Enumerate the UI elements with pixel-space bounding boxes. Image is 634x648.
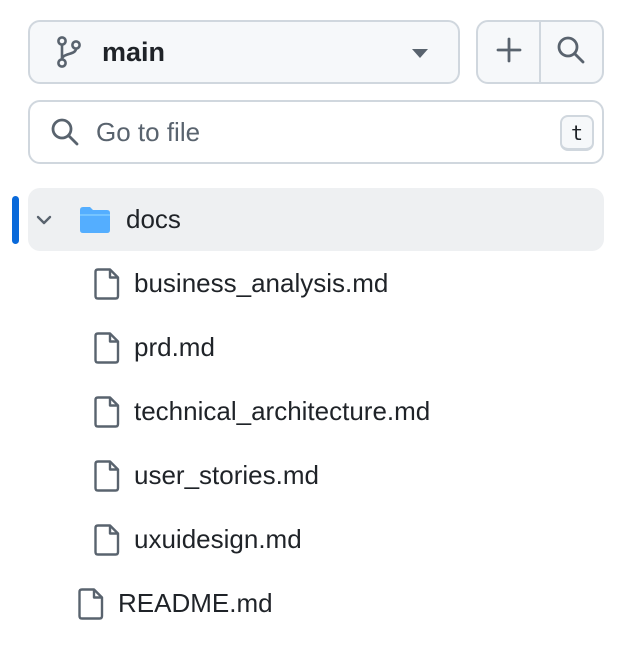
search-code-button[interactable] [541, 22, 602, 82]
tree-item-file[interactable]: technical_architecture.md [94, 380, 430, 443]
go-to-file-input[interactable] [96, 116, 536, 148]
file-icon [94, 267, 120, 300]
tree-item-readme[interactable]: README.md [78, 572, 273, 635]
file-name: uxuidesign.md [134, 524, 302, 554]
search-icon [556, 35, 586, 70]
triangle-down-icon [412, 49, 428, 58]
keyboard-shortcut-hint: t [560, 115, 594, 151]
git-branch-icon [56, 36, 84, 68]
chevron-down-icon[interactable] [34, 210, 54, 230]
plus-icon [496, 37, 522, 68]
folder-name: docs [126, 204, 181, 234]
tree-item-file[interactable]: uxuidesign.md [94, 508, 302, 571]
file-icon [94, 459, 120, 492]
search-icon [50, 117, 80, 147]
file-name: README.md [118, 588, 273, 618]
file-name: business_analysis.md [134, 268, 389, 298]
go-to-file-search[interactable]: t [28, 100, 604, 164]
tree-item-file[interactable]: business_analysis.md [94, 252, 388, 315]
tree-item-file[interactable]: user_stories.md [94, 444, 319, 507]
file-name: technical_architecture.md [134, 396, 431, 426]
file-name: user_stories.md [134, 460, 319, 490]
folder-open-icon [78, 205, 112, 235]
file-tree-panel: main Go to file t docs business_analysis… [0, 0, 634, 648]
file-icon [94, 331, 120, 364]
file-icon [94, 395, 120, 428]
active-indicator [12, 196, 19, 244]
branch-name: main [102, 36, 166, 67]
add-file-button[interactable] [478, 22, 539, 82]
tree-actions-group [476, 20, 604, 84]
file-name: prd.md [134, 332, 215, 362]
tree-item-file[interactable]: prd.md [94, 316, 215, 379]
branch-selector-button[interactable]: main [28, 20, 460, 84]
file-icon [94, 523, 120, 556]
file-icon [78, 587, 104, 620]
tree-item-docs-folder[interactable]: docs [28, 188, 604, 251]
